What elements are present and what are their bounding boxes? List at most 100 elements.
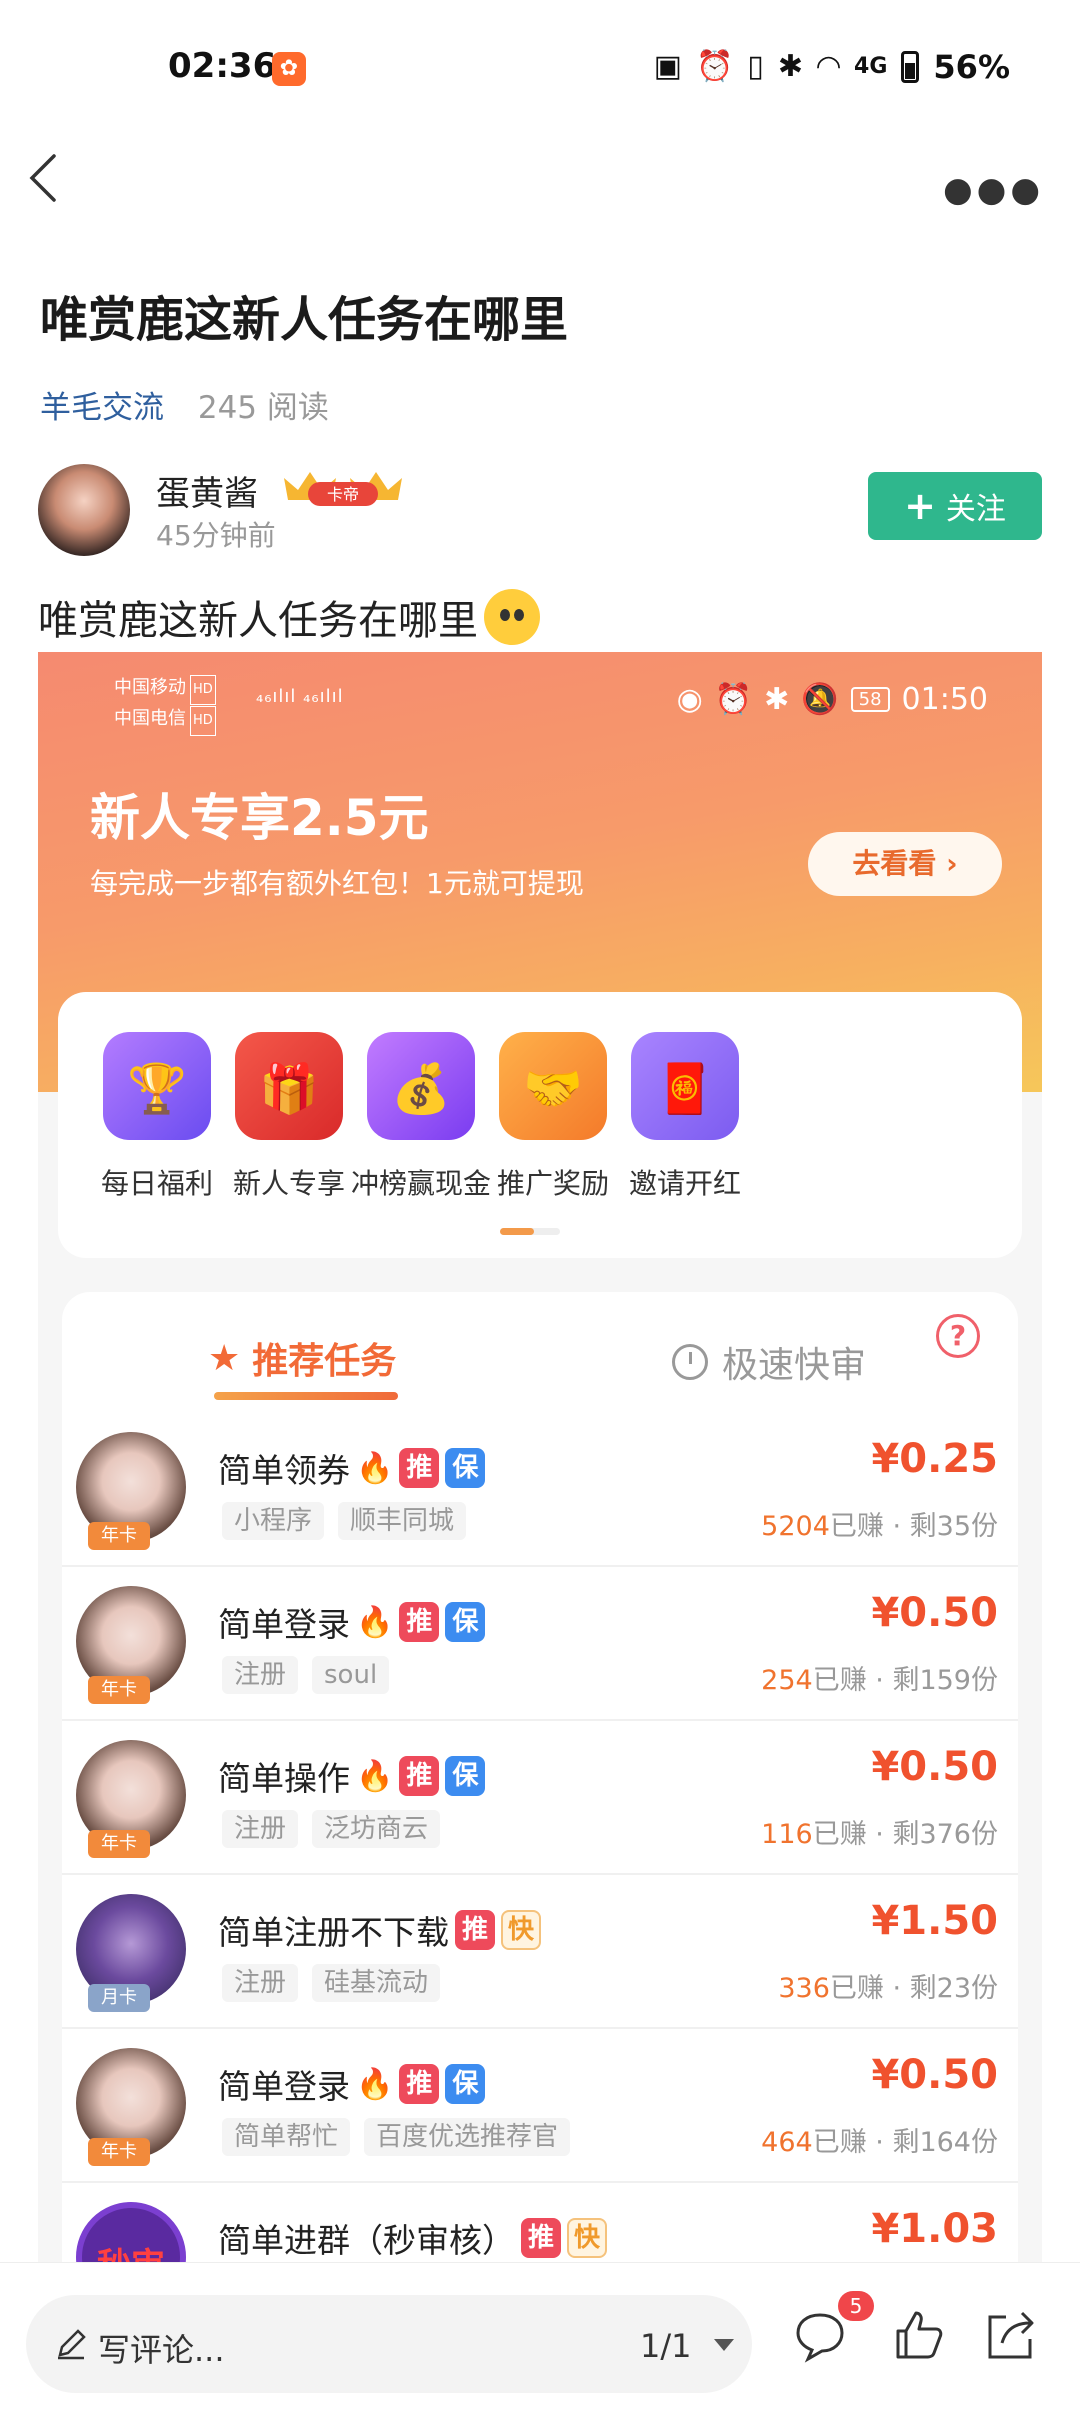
task-label: 顺丰同城 bbox=[338, 1502, 467, 1540]
task-label: 硅基流动 bbox=[312, 1964, 441, 2002]
pencil-icon bbox=[58, 2329, 86, 2360]
trophy-icon: 🏆 bbox=[103, 1032, 211, 1140]
icon-item-daily[interactable]: 🏆 每日福利 bbox=[82, 1032, 232, 1202]
task-tag: 保 bbox=[445, 1602, 486, 1642]
help-icon[interactable]: ? bbox=[936, 1314, 980, 1358]
gift-icon: 🎁 bbox=[235, 1032, 343, 1140]
page-dropdown-icon[interactable] bbox=[714, 2339, 734, 2351]
task-tag: 推 bbox=[399, 1756, 440, 1796]
carrier-1: 中国移动 bbox=[114, 677, 186, 698]
share-icon[interactable] bbox=[980, 2305, 1040, 2365]
bluetooth-icon-2: ✱ bbox=[764, 682, 790, 717]
battery-percent: 56% bbox=[933, 48, 1010, 86]
embedded-signal-icon: ₄₆ılıl ₄₆ılıl bbox=[256, 686, 344, 707]
fire-icon: 🔥 bbox=[356, 1758, 394, 1794]
task-title-line: 简单领券 🔥 推保 bbox=[218, 1444, 486, 1492]
alarm-icon: ⏰ bbox=[695, 49, 734, 84]
icon-item-invite[interactable]: 🧧 邀请开红 bbox=[610, 1032, 760, 1202]
task-price: ¥1.03 bbox=[871, 2206, 998, 2252]
remaining-count: · 剩35份 bbox=[883, 1511, 998, 1542]
task-price: ¥0.25 bbox=[871, 1436, 998, 1482]
signal-icon: 4G bbox=[854, 54, 888, 79]
category-link[interactable]: 羊毛交流 bbox=[40, 390, 164, 426]
task-row[interactable]: 年卡 简单登录 🔥 推保简单帮忙 百度优选推荐官 ¥0.50 464已赚 · 剩164份 bbox=[62, 2030, 1018, 2183]
earned-suffix: 已赚 bbox=[812, 1819, 867, 1850]
status-time: 02:36 bbox=[168, 46, 277, 86]
handshake-icon: 🤝 bbox=[499, 1032, 607, 1140]
task-label: soul bbox=[312, 1656, 390, 1694]
read-count: 245 阅读 bbox=[197, 390, 329, 426]
task-labels: 注册 soul bbox=[222, 1656, 390, 1694]
task-row[interactable]: 月卡 简单注册不下载推快注册 硅基流动 ¥1.50 336已赚 · 剩23份 bbox=[62, 1876, 1018, 2029]
more-options-icon[interactable]: ●●● bbox=[943, 170, 1044, 210]
like-icon[interactable] bbox=[888, 2305, 948, 2365]
comment-input[interactable]: 写评论... 1/1 bbox=[26, 2295, 752, 2393]
nfc-icon: ▣ bbox=[653, 49, 682, 84]
task-stats: 336已赚 · 剩23份 bbox=[778, 1966, 998, 2005]
task-label: 注册 bbox=[222, 1656, 299, 1694]
task-price: ¥0.50 bbox=[871, 1590, 998, 1636]
task-title: 简单登录 bbox=[218, 1605, 350, 1644]
task-row[interactable]: 年卡 简单领券 🔥 推保小程序 顺丰同城 ¥0.25 5204已赚 · 剩35份 bbox=[62, 1414, 1018, 1567]
back-arrow-icon[interactable] bbox=[24, 150, 64, 206]
membership-badge: 年卡 bbox=[88, 1830, 150, 1858]
follow-button[interactable]: + 关注 bbox=[868, 472, 1042, 540]
task-title-line: 简单进群（秒审核）推快 bbox=[218, 2214, 607, 2262]
task-tag: 推 bbox=[399, 2064, 440, 2104]
task-row[interactable]: 年卡 简单登录 🔥 推保注册 soul ¥0.50 254已赚 · 剩159份 bbox=[62, 1568, 1018, 1721]
earned-count: 336 bbox=[778, 1973, 830, 2004]
task-title: 简单操作 bbox=[218, 1759, 350, 1798]
task-label: 百度优选推荐官 bbox=[364, 2118, 571, 2156]
remaining-count: · 剩164份 bbox=[866, 2127, 998, 2158]
post-body-text: 唯赏鹿这新人任务在哪里 bbox=[38, 598, 478, 644]
comment-count-badge: 5 bbox=[838, 2291, 874, 2321]
post-meta: 羊毛交流 245 阅读 bbox=[40, 382, 329, 427]
task-price: ¥1.50 bbox=[871, 1898, 998, 1944]
task-title: 简单登录 bbox=[218, 2067, 350, 2106]
tab-recommended[interactable]: ★ 推荐任务 bbox=[208, 1332, 396, 1384]
author-row: 蛋黄酱 卡帝 45分钟前 + 关注 bbox=[38, 462, 1042, 562]
follow-label: 关注 bbox=[945, 492, 1006, 527]
feature-icons-card: 🏆 每日福利 🎁 新人专享 💰 冲榜赢现金 🤝 推广奖励 🧧 邀请开红 bbox=[58, 992, 1022, 1258]
icon-label: 邀请开红 bbox=[628, 1167, 741, 1200]
task-tag: 推 bbox=[399, 1602, 440, 1642]
remaining-count: · 剩23份 bbox=[883, 1973, 998, 2004]
membership-badge: 年卡 bbox=[88, 1676, 150, 1704]
task-tag: 快 bbox=[501, 1910, 541, 1950]
task-row[interactable]: 秒审简单进群（秒审核）推快小程序丰光莫帮区¥1.03300已赚 · 剩6份 bbox=[62, 2184, 1018, 2262]
task-labels: 注册 泛坊商云 bbox=[222, 1810, 441, 1848]
fire-icon: 🔥 bbox=[356, 1450, 394, 1486]
embedded-carriers: 中国移动 HD 中国电信 HD bbox=[114, 674, 216, 736]
author-name[interactable]: 蛋黄酱 bbox=[156, 466, 258, 515]
task-row[interactable]: 年卡 简单操作 🔥 推保注册 泛坊商云 ¥0.50 116已赚 · 剩376份 bbox=[62, 1722, 1018, 1875]
icon-item-promo[interactable]: 🤝 推广奖励 bbox=[478, 1032, 628, 1202]
status-bar: 02:36 ✿ ▣ ⏰ ▯ ✱ ◠ 4G 56% bbox=[0, 0, 1080, 140]
task-label: 泛坊商云 bbox=[312, 1810, 441, 1848]
miao-badge-text: 秒审 bbox=[82, 2238, 180, 2262]
task-tag: 保 bbox=[445, 2064, 486, 2104]
badge-text: 卡帝 bbox=[327, 485, 359, 504]
active-tab-indicator bbox=[214, 1392, 398, 1400]
post-title: 唯赏鹿这新人任务在哪里 bbox=[40, 292, 569, 348]
task-title-line: 简单注册不下载推快 bbox=[218, 1906, 541, 1954]
status-icons: ▣ ⏰ ▯ ✱ ◠ 4G 56% bbox=[654, 48, 1010, 86]
go-look-button[interactable]: 去看看 › bbox=[808, 832, 1002, 896]
tab-fast-review[interactable]: 极速快审 bbox=[672, 1336, 866, 1388]
author-avatar[interactable] bbox=[38, 464, 130, 556]
task-title-line: 简单登录 🔥 推保 bbox=[218, 1598, 486, 1646]
alarm-icon-2: ⏰ bbox=[714, 682, 753, 717]
vibrate-icon: ▯ bbox=[747, 49, 764, 84]
bluetooth-icon: ✱ bbox=[777, 49, 803, 84]
treasure-icon: 💰 bbox=[367, 1032, 475, 1140]
earned-count: 464 bbox=[761, 2127, 813, 2158]
embedded-battery: 58 bbox=[850, 687, 890, 712]
embedded-screenshot[interactable]: 中国移动 HD 中国电信 HD ₄₆ılıl ₄₆ılıl ◉ ⏰ ✱ 🔕 58 0… bbox=[38, 652, 1042, 2262]
page-indicator[interactable]: 1/1 bbox=[640, 2327, 692, 2365]
bottom-bar: 写评论... 1/1 5 bbox=[0, 2262, 1080, 2412]
icon-item-newbie[interactable]: 🎁 新人专享 bbox=[214, 1032, 364, 1202]
icon-item-rank[interactable]: 💰 冲榜赢现金 bbox=[346, 1032, 496, 1202]
task-avatar: 秒审 bbox=[76, 2202, 186, 2262]
earned-count: 116 bbox=[761, 1819, 813, 1850]
tab-recommended-label: 推荐任务 bbox=[252, 1341, 397, 1382]
earned-count: 5204 bbox=[761, 1511, 830, 1542]
